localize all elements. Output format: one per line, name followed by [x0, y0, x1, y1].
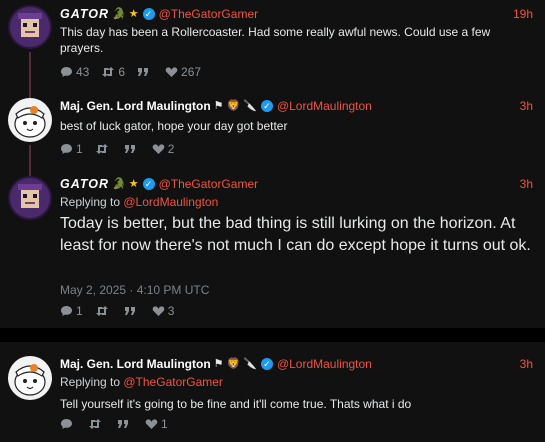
- verified-icon: ✓: [142, 8, 155, 20]
- repost-button[interactable]: 6: [101, 65, 125, 79]
- reply-count: 1: [76, 142, 83, 156]
- like-count: 3: [167, 304, 175, 318]
- heart-icon: [145, 419, 158, 429]
- replying-to-link[interactable]: @TheGatorGamer: [123, 375, 223, 389]
- replying-to: Replying to @LordMaulington: [60, 195, 218, 209]
- reply-button[interactable]: 43: [60, 65, 89, 79]
- avatar-gator[interactable]: [8, 5, 52, 49]
- knife-icon: 🔪: [243, 100, 257, 112]
- post-actions: 43 6 267: [60, 65, 213, 79]
- thread-line: [29, 52, 31, 90]
- post-time[interactable]: 3h: [520, 177, 533, 191]
- alligator-icon: 🐊: [111, 8, 126, 20]
- thread-line: [29, 90, 31, 98]
- knife-icon: 🔪: [243, 358, 257, 370]
- post-gator-1[interactable]: GATOR 🐊 ★ ✓ @TheGatorGamer 19h This day …: [0, 0, 545, 90]
- reply-icon: [61, 306, 72, 316]
- post-gator-focused[interactable]: GATOR 🐊 ★ ✓ @TheGatorGamer 3h Replying t…: [0, 168, 545, 328]
- author-name[interactable]: Maj. Gen. Lord Maulington: [60, 357, 211, 371]
- like-button[interactable]: 267: [165, 65, 201, 79]
- post-time[interactable]: 19h: [513, 7, 533, 21]
- flag-icon: ⚑: [213, 358, 224, 370]
- quote-icon: [124, 145, 135, 153]
- verified-icon: ✓: [142, 178, 155, 190]
- repost-button[interactable]: [95, 143, 112, 155]
- repost-icon: [89, 419, 101, 429]
- reply-button[interactable]: 1: [60, 304, 83, 318]
- star-icon: ★: [128, 178, 139, 190]
- flag-icon: ⚑: [213, 100, 224, 112]
- reply-button[interactable]: [60, 418, 76, 430]
- post-actions: 1 3: [60, 304, 186, 318]
- like-button[interactable]: 3: [152, 304, 175, 318]
- avatar-maulington[interactable]: [8, 356, 52, 400]
- quote-button[interactable]: [124, 143, 140, 155]
- quote-icon: [118, 420, 128, 428]
- replying-to-link[interactable]: @LordMaulington: [123, 195, 218, 209]
- reply-icon: [61, 67, 72, 77]
- post-actions: 1 2: [60, 142, 186, 156]
- author-handle[interactable]: @TheGatorGamer: [159, 7, 259, 21]
- replying-to: Replying to @TheGatorGamer: [60, 375, 223, 389]
- heart-icon: [152, 306, 164, 316]
- post-maulington-2[interactable]: Maj. Gen. Lord Maulington ⚑ 🦁 🔪 ✓ @LordM…: [0, 342, 545, 442]
- post-time[interactable]: 3h: [520, 357, 533, 371]
- reply-count: 1: [76, 304, 83, 318]
- repost-icon: [95, 306, 108, 316]
- quote-icon: [124, 307, 135, 315]
- avatar-gator[interactable]: [8, 176, 52, 220]
- like-count: 1: [161, 417, 168, 431]
- heart-icon: [152, 144, 164, 154]
- heart-icon: [165, 67, 178, 77]
- lion-icon: 🦁: [226, 100, 241, 112]
- author-name[interactable]: GATOR: [60, 7, 109, 21]
- author-name[interactable]: Maj. Gen. Lord Maulington: [60, 99, 211, 113]
- thread-line: [29, 145, 31, 168]
- alligator-icon: 🐊: [111, 178, 126, 190]
- like-count: 267: [181, 65, 202, 79]
- lion-icon: 🦁: [226, 358, 241, 370]
- repost-button[interactable]: [88, 418, 105, 430]
- replying-to-prefix: Replying to: [60, 195, 124, 209]
- post-text: Today is better, but the bad thing is st…: [60, 215, 531, 254]
- post-actions: 1: [60, 417, 180, 431]
- author-name[interactable]: GATOR: [60, 177, 109, 191]
- quote-button[interactable]: [117, 418, 133, 430]
- author-handle[interactable]: @LordMaulington: [277, 357, 372, 371]
- author-handle[interactable]: @TheGatorGamer: [159, 177, 259, 191]
- avatar-maulington[interactable]: [8, 98, 52, 142]
- reply-icon: [61, 419, 72, 429]
- quote-icon: [138, 68, 149, 76]
- reply-count: 43: [76, 65, 90, 79]
- quote-button[interactable]: [124, 305, 140, 317]
- divider: [0, 328, 545, 342]
- repost-count: 6: [118, 65, 126, 79]
- post-maulington-1[interactable]: Maj. Gen. Lord Maulington ⚑ 🦁 🔪 ✓ @LordM…: [0, 90, 545, 168]
- reply-button[interactable]: 1: [60, 142, 83, 156]
- like-button[interactable]: 2: [152, 142, 175, 156]
- repost-icon: [95, 144, 108, 154]
- post-time[interactable]: 3h: [520, 99, 533, 113]
- post-text: best of luck gator, hope your day got be…: [60, 119, 288, 133]
- thread-line: [29, 168, 31, 176]
- star-icon: ★: [128, 8, 139, 20]
- replying-to-prefix: Replying to: [60, 375, 124, 389]
- post-timestamp[interactable]: May 2, 2025 · 4:10 PM UTC: [60, 283, 209, 297]
- author-handle[interactable]: @LordMaulington: [277, 99, 372, 113]
- repost-button[interactable]: [95, 305, 112, 317]
- post-text: This day has been a Rollercoaster. Had s…: [60, 25, 491, 55]
- verified-icon: ✓: [260, 100, 273, 112]
- verified-icon: ✓: [260, 358, 273, 370]
- like-button[interactable]: 1: [145, 417, 168, 431]
- post-text: Tell yourself it's going to be fine and …: [60, 397, 412, 411]
- like-count: 2: [167, 142, 175, 156]
- repost-icon: [102, 67, 115, 77]
- quote-button[interactable]: [137, 66, 153, 78]
- reply-icon: [61, 144, 72, 154]
